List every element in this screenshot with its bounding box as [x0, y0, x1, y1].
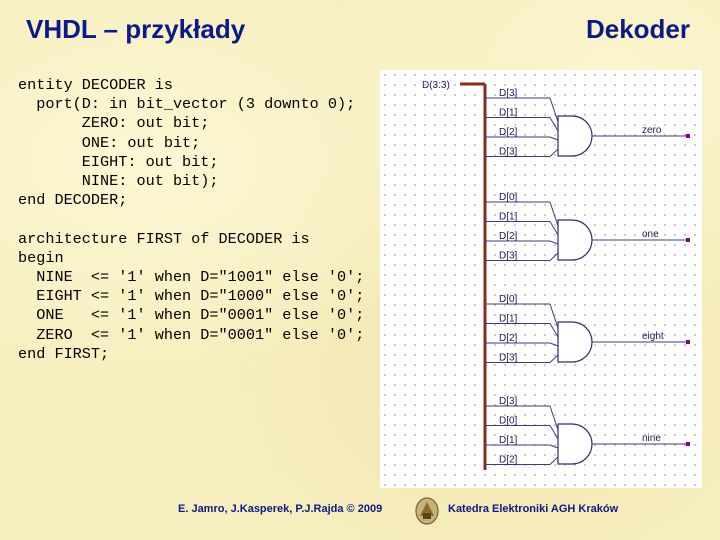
- code-line: end DECODER;: [18, 191, 128, 210]
- input-label: D[2]: [499, 333, 518, 344]
- code-line: port(D: in bit_vector (3 downto 0);: [18, 95, 356, 114]
- input-label: D[3]: [499, 88, 518, 99]
- slide-subtitle: Dekoder: [585, 14, 690, 44]
- output-pin-icon: [686, 238, 690, 242]
- output-pin-icon: [686, 340, 690, 344]
- input-label: D[0]: [499, 294, 518, 305]
- gate-input-stub: [549, 444, 559, 449]
- input-label: D[0]: [499, 416, 518, 427]
- output-label: one: [642, 229, 659, 240]
- code-line: NINE <= '1' when D="1001" else '0';: [18, 268, 365, 287]
- input-label: D[2]: [499, 231, 518, 242]
- code-line: NINE: out bit);: [18, 172, 219, 191]
- footer-department: Katedra Elektroniki AGH Kraków: [448, 503, 619, 515]
- input-label: D[1]: [499, 314, 518, 325]
- input-label: D[1]: [499, 435, 518, 446]
- code-line: ZERO: out bit;: [18, 114, 210, 133]
- gate-input-stub: [549, 456, 559, 465]
- output-label: zero: [642, 125, 662, 136]
- gate-input-stub: [549, 303, 559, 329]
- gate-input-stub: [549, 405, 559, 431]
- gate-input-stub: [549, 354, 559, 363]
- input-label: D[2]: [499, 127, 518, 138]
- and-gate-icon: [557, 321, 593, 363]
- gate-input-stub: [549, 240, 559, 245]
- input-label: D[1]: [499, 212, 518, 223]
- gate-input-stub: [549, 97, 559, 123]
- gate-input-stub: [549, 342, 559, 347]
- code-line: end FIRST;: [18, 344, 110, 363]
- output-pin-icon: [686, 134, 690, 138]
- input-label: D[0]: [499, 192, 518, 203]
- and-gate-icon: [557, 423, 593, 465]
- code-line: begin: [18, 248, 64, 267]
- output-label: nine: [642, 433, 661, 444]
- input-label: D[3]: [499, 251, 518, 262]
- footer-authors: E. Jamro, J.Kasperek, P.J.Rajda © 2009: [178, 503, 383, 515]
- gate-input-stub: [549, 136, 559, 141]
- code-line: ONE: out bit;: [18, 133, 201, 152]
- and-gate-icon: [557, 219, 593, 261]
- slide-title: VHDL – przykłady: [26, 14, 246, 44]
- code-line: EIGHT <= '1' when D="1000" else '0';: [18, 287, 365, 306]
- output-pin-icon: [686, 442, 690, 446]
- vhdl-code-block: entity DECODER is port(D: in bit_vector …: [18, 76, 364, 364]
- code-line: ONE <= '1' when D="0001" else '0';: [18, 306, 365, 325]
- gate-input-stub: [549, 148, 559, 157]
- code-line: entity DECODER is: [18, 76, 173, 94]
- code-line: ZERO <= '1' when D="0001" else '0';: [18, 325, 365, 344]
- input-label: D[2]: [499, 455, 518, 466]
- input-label: D[3]: [499, 396, 518, 407]
- gate-input-stub: [549, 252, 559, 261]
- and-gate-icon: [557, 115, 593, 157]
- agh-logo-icon: [415, 497, 439, 525]
- input-label: D[1]: [499, 108, 518, 119]
- gate-input-stub: [549, 201, 559, 227]
- decoder-schematic: D(3:3) D[3] D[1] D[2] D[3] zero D[0] D[1] D[2] D[…: [380, 70, 702, 488]
- input-label: D[3]: [499, 147, 518, 158]
- output-label: eight: [642, 331, 664, 342]
- code-line: architecture FIRST of DECODER is: [18, 229, 310, 248]
- schematic-canvas: D(3:3) D[3] D[1] D[2] D[3] zero D[0] D[1] D[2] D[…: [422, 80, 690, 470]
- code-line: EIGHT: out bit;: [18, 152, 219, 171]
- input-label: D[3]: [499, 353, 518, 364]
- bus-label: D(3:3): [422, 80, 450, 91]
